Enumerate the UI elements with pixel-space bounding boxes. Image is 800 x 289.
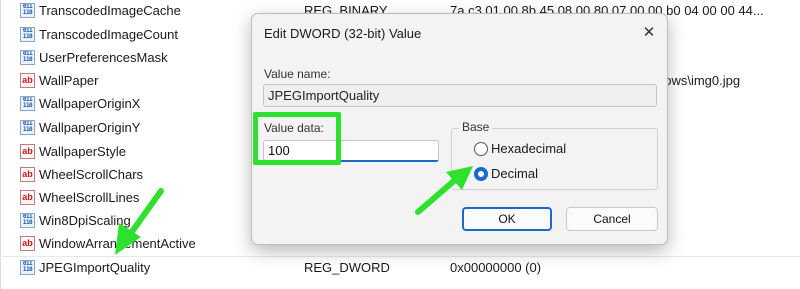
registry-value-name: JPEGImportQuality bbox=[39, 260, 151, 275]
hexadecimal-radio[interactable] bbox=[474, 142, 488, 156]
registry-value-data: dows\img0.jpg bbox=[657, 73, 741, 88]
string-value-icon: ab bbox=[20, 236, 35, 251]
decimal-label[interactable]: Decimal bbox=[491, 166, 538, 181]
registry-value-data: 0x00000000 (0) bbox=[450, 260, 542, 275]
registry-value-name: WallpaperOriginY bbox=[39, 120, 141, 135]
string-value-icon: ab bbox=[20, 167, 35, 182]
base-label: Base bbox=[459, 120, 493, 134]
value-data-highlight-box bbox=[253, 112, 341, 165]
hexadecimal-label[interactable]: Hexadecimal bbox=[491, 141, 566, 156]
arrow-to-decimal-icon bbox=[415, 166, 473, 215]
binary-value-icon: 011 110 bbox=[20, 260, 35, 275]
binary-value-icon: 011 110 bbox=[20, 50, 35, 65]
arrow-to-new-value-icon bbox=[115, 188, 164, 255]
registry-value-name: UserPreferencesMask bbox=[39, 50, 168, 65]
binary-value-icon: 011 110 bbox=[20, 96, 35, 111]
registry-value-name: WallpaperOriginX bbox=[39, 96, 141, 111]
string-value-icon: ab bbox=[20, 73, 35, 88]
registry-value-name: WallPaper bbox=[39, 73, 99, 88]
registry-value-type: REG_DWORD bbox=[304, 260, 390, 275]
string-value-icon: ab bbox=[20, 190, 35, 205]
string-value-icon: ab bbox=[20, 144, 35, 159]
registry-value-name: TranscodedImageCount bbox=[39, 27, 178, 42]
value-name-field: JPEGImportQuality bbox=[263, 84, 657, 107]
binary-value-icon: 011 110 bbox=[20, 213, 35, 228]
close-icon[interactable]: ✕ bbox=[638, 22, 660, 44]
value-name-label: Value name: bbox=[264, 67, 331, 81]
binary-value-icon: 011 110 bbox=[20, 3, 35, 18]
dialog-title: Edit DWORD (32-bit) Value bbox=[264, 26, 422, 41]
registry-value-name: TranscodedImageCache bbox=[39, 3, 181, 18]
registry-value-name: WallpaperStyle bbox=[39, 144, 126, 159]
registry-value-name: WheelScrollChars bbox=[39, 167, 144, 182]
cancel-button[interactable]: Cancel bbox=[566, 207, 658, 231]
binary-value-icon: 011 110 bbox=[20, 120, 35, 135]
binary-value-icon: 011 110 bbox=[20, 27, 35, 42]
